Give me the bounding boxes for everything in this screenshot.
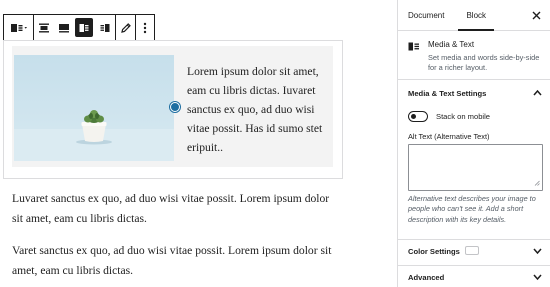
media-text-block-icon (9, 22, 29, 34)
chevron-down-icon (533, 273, 542, 283)
panel-advanced-toggle[interactable]: Advanced (398, 266, 550, 287)
panel-title: Color Settings (408, 247, 460, 256)
panel-media-text-settings-toggle[interactable]: Media & Text Settings (398, 82, 550, 104)
color-indicator (465, 246, 479, 255)
media-right-icon (99, 22, 111, 34)
align-wide-icon (38, 22, 50, 34)
editor-canvas: Lorem ipsum dolor sit amet, eam cu libri… (0, 0, 397, 287)
alt-text-textarea[interactable] (408, 144, 543, 191)
align-full-button[interactable] (54, 15, 74, 40)
more-vertical-icon (142, 22, 148, 34)
panel-title: Advanced (408, 273, 445, 282)
block-card-title: Media & Text (428, 40, 475, 49)
block-toolbar (3, 14, 155, 41)
pencil-icon (120, 22, 132, 34)
media-left-icon (78, 22, 90, 34)
media-text-content[interactable]: Lorem ipsum dolor sit amet, eam cu libri… (187, 62, 333, 157)
resize-grip-icon[interactable] (534, 179, 540, 188)
paragraph-block[interactable]: Varet sanctus ex quo, ad duo wisi vitae … (12, 241, 332, 280)
block-card-description: Set media and words side-by-side for a r… (428, 53, 540, 73)
tab-document[interactable]: Document (398, 0, 454, 30)
media-right-button[interactable] (95, 15, 115, 40)
block-card: Media & Text Set media and words side-by… (398, 31, 550, 80)
align-wide-button[interactable] (34, 15, 54, 40)
block-type-switcher-button[interactable] (4, 15, 33, 40)
panel-title: Media & Text Settings (408, 89, 487, 98)
edit-media-button[interactable] (116, 15, 136, 40)
sidebar-tabs: Document Block (398, 0, 550, 31)
alt-text-help: Alternative text describes your image to… (408, 194, 536, 224)
stack-on-mobile-label: Stack on mobile (436, 112, 491, 121)
media-resize-handle[interactable] (170, 102, 180, 112)
chevron-down-icon (533, 247, 542, 257)
media-image[interactable] (14, 55, 174, 161)
chevron-up-icon (533, 89, 542, 99)
settings-sidebar: Document Block Media & Text Set media an… (397, 0, 550, 287)
media-left-button[interactable] (73, 15, 95, 40)
close-icon[interactable] (531, 10, 542, 21)
more-options-button[interactable] (136, 15, 154, 40)
stack-on-mobile-toggle[interactable] (408, 111, 428, 122)
tab-block[interactable]: Block (456, 0, 496, 31)
media-text-block-icon (408, 41, 420, 55)
media-left-active (75, 18, 94, 37)
align-full-icon (58, 22, 70, 34)
alt-text-label: Alt Text (Alternative Text) (408, 132, 490, 141)
paragraph-block[interactable]: Luvaret sanctus ex quo, ad duo wisi vita… (12, 189, 332, 228)
